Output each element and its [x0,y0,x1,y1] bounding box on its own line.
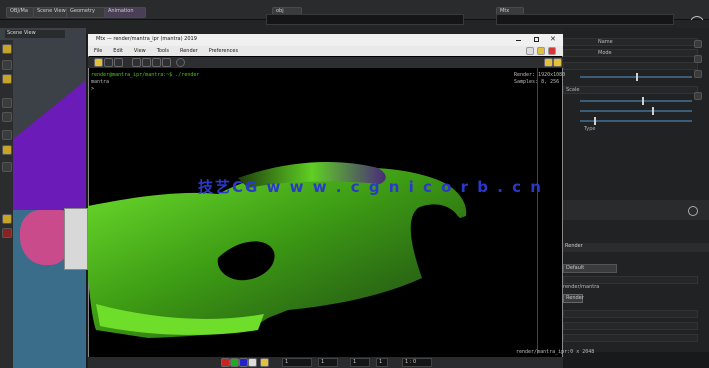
param-slider-4[interactable] [580,120,692,122]
redo-icon[interactable] [142,58,151,67]
paint-tool-icon[interactable] [2,130,12,140]
param-row-scale[interactable] [563,86,698,94]
menu-view[interactable]: View [134,46,146,56]
render-section-title: Render [563,243,709,252]
stop-icon[interactable] [548,47,556,55]
left-panel-title: Scene View [5,30,65,38]
param-row-mode[interactable] [563,49,698,57]
status-zoom[interactable]: 1 : 0 [402,358,432,367]
display-icon-2[interactable] [553,58,562,67]
car-render [88,162,467,338]
light-tool-icon[interactable] [2,145,12,155]
gear-icon[interactable] [694,55,702,63]
param-label-mode: Mode [598,50,612,56]
param-row-type[interactable] [563,62,698,70]
network-path-bar-right[interactable] [496,14,674,25]
settings-icon[interactable] [688,206,698,216]
param-label-type: Type [584,126,596,132]
param-label-scale: Scale [566,87,580,93]
render-window-title: Mtx — render/mantra_ipr (mantra) 2019 [96,36,197,42]
transform-tool-icon[interactable] [2,74,12,84]
render-row-3[interactable] [563,334,698,342]
slider-knob-3[interactable] [652,107,654,115]
tab-obj[interactable]: OBJ/Ma [6,7,34,18]
color-alpha-icon[interactable] [248,358,257,367]
menu-tools[interactable]: Tools [157,46,169,56]
param-side-icons [690,38,704,138]
maximize-icon[interactable] [534,37,539,42]
car-part-texture [64,208,88,270]
tab-animation[interactable]: Animation [104,7,146,18]
status-field-2[interactable]: 1 [318,358,338,367]
status-field-1[interactable]: 1 [282,358,312,367]
car-part-pink [20,210,70,265]
render-tool-icon[interactable] [2,214,12,224]
color-blue-icon[interactable] [239,358,248,367]
tab-geometry[interactable]: Geometry [66,7,108,18]
left-shelf-toolbar [0,40,13,368]
param-label-name: Name [598,39,613,45]
refresh-icon[interactable] [176,58,185,67]
layers-icon[interactable] [114,58,123,67]
color-green-icon[interactable] [230,358,239,367]
undo-icon[interactable] [132,58,141,67]
color-red-icon[interactable] [221,358,230,367]
display-icon[interactable] [544,58,553,67]
snapshot-icon[interactable] [152,58,161,67]
slider-knob-1[interactable] [636,73,638,81]
render-start-icon[interactable] [94,58,103,67]
render-window-menubar: File Edit View Tools Render Preferences [88,46,563,56]
camera-tool-icon[interactable] [2,162,12,172]
help-window-icon[interactable] [526,47,534,55]
slider-knob-2[interactable] [642,97,644,105]
render-region-line [537,68,538,354]
render-button[interactable]: Render [563,294,584,303]
select-tool-icon[interactable] [2,44,12,54]
info-icon[interactable] [694,92,702,100]
param-slider-3[interactable] [580,110,692,112]
status-field-4[interactable]: 1 [376,358,388,367]
render-field-label: render/mantra [563,284,600,290]
minimize-icon[interactable] [516,40,521,41]
grid-icon[interactable] [104,58,113,67]
param-slider-2[interactable] [580,100,692,102]
render-info-bottom: render/mantra_ipr:0 x 2048 [516,349,595,355]
menu-file[interactable]: File [94,46,102,56]
param-row-name[interactable] [563,38,698,46]
view-tool-icon[interactable] [2,60,12,70]
handle-tool-icon[interactable] [2,98,12,108]
render-dropdown[interactable]: Default [563,264,617,273]
help-icon[interactable] [694,70,702,78]
snap-tool-icon[interactable] [2,112,12,122]
render-field-row[interactable] [563,276,698,284]
network-path-bar[interactable] [266,14,464,25]
slider-knob-4[interactable] [594,117,596,125]
menu-preferences[interactable]: Preferences [209,46,238,56]
star-icon[interactable] [537,47,545,55]
menu-render[interactable]: Render [180,46,198,56]
render-row-1[interactable] [563,310,698,318]
compare-icon[interactable] [162,58,171,67]
render-row-2[interactable] [563,322,698,330]
record-tool-icon[interactable] [2,228,12,238]
watermark-text: 技艺CG w w w . c g n i c o r b . c n [198,178,543,196]
status-field-3[interactable]: 1 [350,358,370,367]
window-close-icon[interactable]: ✕ [550,35,558,43]
channel-icon[interactable] [260,358,269,367]
menu-edit[interactable]: Edit [113,46,123,56]
lock-icon[interactable] [694,40,702,48]
